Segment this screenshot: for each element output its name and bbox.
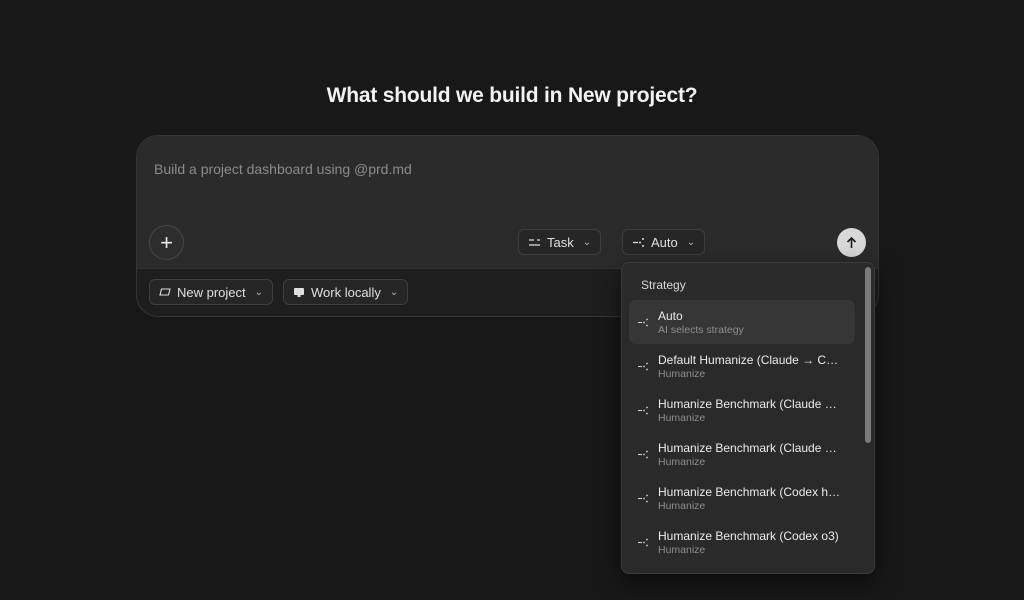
- option-subtitle: Humanize: [658, 543, 706, 556]
- plus-icon: +: [160, 229, 173, 255]
- mode-dropdown[interactable]: Task ⌄: [518, 229, 602, 255]
- strategy-icon: [629, 538, 658, 547]
- strategy-option[interactable]: Humanize Benchmark (Codex high) Humanize: [629, 476, 855, 520]
- location-dropdown[interactable]: Work locally ⌄: [283, 279, 409, 305]
- option-subtitle: Humanize: [658, 499, 706, 512]
- strategy-option[interactable]: Humanize Benchmark (Claude opus) Humaniz…: [629, 388, 855, 432]
- monitor-icon: [294, 287, 304, 297]
- folder-icon: [159, 288, 171, 296]
- add-attachment-button[interactable]: +: [149, 225, 184, 260]
- strategy-icon: [629, 406, 658, 415]
- prompt-input[interactable]: [154, 157, 854, 181]
- strategy-option[interactable]: Default Humanize (Claude → Codex) Humani…: [629, 344, 855, 388]
- project-dropdown[interactable]: New project ⌄: [149, 279, 274, 305]
- option-subtitle: AI selects strategy: [658, 323, 744, 336]
- strategy-label: Auto: [651, 234, 678, 250]
- strategy-icon: [629, 494, 658, 503]
- menu-title: Strategy: [641, 278, 686, 292]
- arrow-up-icon: [846, 236, 857, 248]
- menu-scrollbar[interactable]: [865, 267, 871, 443]
- option-title: Humanize Benchmark (Codex o3): [658, 528, 839, 543]
- strategy-option[interactable]: Humanize Benchmark (Claude sonnet) Human…: [629, 432, 855, 476]
- location-label: Work locally: [311, 284, 381, 300]
- prompt-area: [137, 136, 878, 269]
- page-title: What should we build in New project?: [326, 84, 698, 107]
- task-icon: [529, 238, 540, 246]
- strategy-dropdown[interactable]: Auto ⌄: [622, 229, 706, 255]
- option-subtitle: Humanize: [658, 411, 706, 424]
- option-title: Humanize Benchmark (Claude sonnet): [658, 440, 842, 455]
- strategy-option-auto[interactable]: Auto AI selects strategy: [629, 300, 855, 344]
- option-title: Humanize Benchmark (Claude opus): [658, 396, 842, 411]
- chevron-down-icon: ⌄: [389, 286, 399, 298]
- strategy-menu: Strategy Auto AI selects strategy Defaul…: [621, 262, 875, 574]
- strategy-icon: [629, 318, 658, 327]
- chevron-down-icon: ⌄: [686, 236, 696, 248]
- strategy-icon: [633, 237, 644, 247]
- option-subtitle: Humanize: [658, 455, 706, 468]
- option-subtitle: Humanize: [658, 367, 706, 380]
- chevron-down-icon: ⌄: [582, 236, 592, 248]
- option-title: Humanize Benchmark (Codex high): [658, 484, 842, 499]
- strategy-icon: [629, 362, 658, 371]
- option-title: Auto: [658, 308, 683, 323]
- option-title: Default Humanize (Claude → Codex): [658, 352, 842, 367]
- strategy-option[interactable]: Humanize Benchmark (Codex o3) Humanize: [629, 520, 855, 564]
- mode-label: Task: [547, 234, 574, 250]
- send-button[interactable]: [837, 228, 866, 257]
- strategy-icon: [629, 450, 658, 459]
- project-label: New project: [177, 284, 246, 300]
- chevron-down-icon: ⌄: [254, 286, 264, 298]
